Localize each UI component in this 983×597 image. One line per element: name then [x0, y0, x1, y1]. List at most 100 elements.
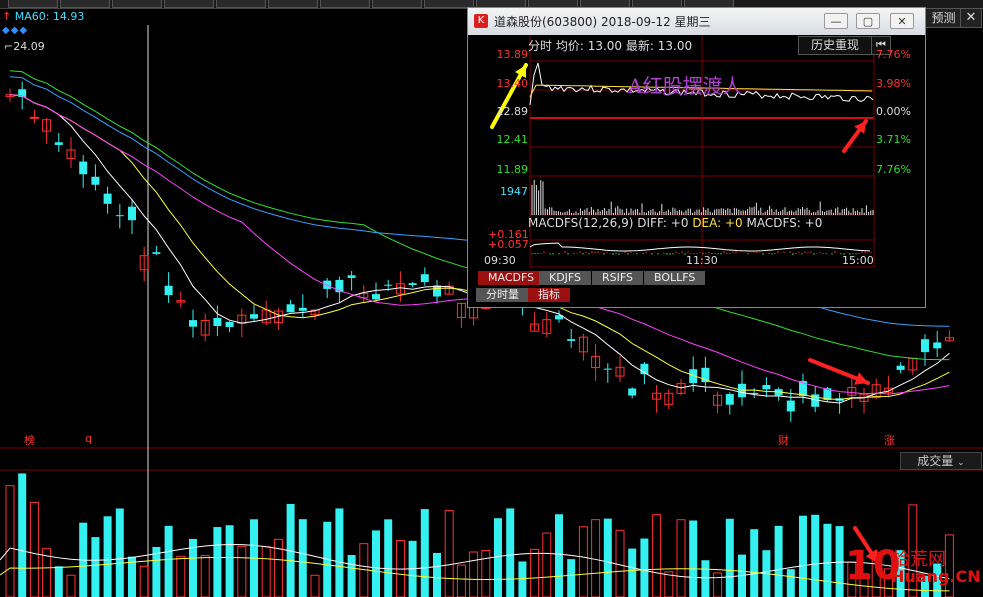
- history-replay-button[interactable]: 历史重现: [798, 36, 872, 55]
- diamond-markers-icon: ◆◆◆: [2, 25, 29, 36]
- volume-bar: [628, 548, 637, 597]
- candle-body: [933, 342, 942, 349]
- candle-body: [372, 294, 380, 300]
- low-price-label: ⌐24.09: [4, 40, 45, 53]
- volume-indicator-selector[interactable]: 成交量 ⌄: [900, 452, 982, 470]
- candle-body: [603, 368, 612, 370]
- maximize-icon[interactable]: ▢: [856, 13, 880, 29]
- volume-bar: [615, 529, 625, 597]
- volume-bar: [469, 551, 479, 597]
- tab-indicator[interactable]: 指标: [528, 288, 570, 302]
- volume-bar: [176, 555, 186, 597]
- tab-intraday-volume[interactable]: 分时量: [476, 288, 529, 302]
- volume-bar: [444, 510, 454, 597]
- volume-bar: [799, 515, 807, 597]
- marker-zhang[interactable]: 涨: [884, 432, 895, 448]
- time-label-close: 15:00: [842, 254, 874, 267]
- candle-body: [54, 142, 63, 145]
- volume-bar: [567, 559, 576, 597]
- volume-bar: [347, 554, 356, 597]
- pct-label-5: 7.76%: [876, 163, 911, 176]
- macd-readout: MACDFS(12,26,9) DIFF: +0 DEA: +0 MACDFS:…: [528, 216, 823, 230]
- tab-kdjfs[interactable]: KDJFS: [539, 271, 592, 285]
- minimize-icon[interactable]: —: [824, 13, 848, 29]
- intraday-popup-window[interactable]: K 道森股份(603800) 2018-09-12 星期三 — ▢ ✕ 分时 均…: [467, 7, 926, 308]
- volume-bar: [335, 508, 344, 597]
- candle-body: [725, 394, 734, 405]
- volume-bar: [555, 514, 563, 597]
- volume-bar: [384, 519, 393, 597]
- volume-bar: [578, 526, 588, 597]
- candle-body: [628, 388, 637, 396]
- candle-body: [786, 400, 795, 412]
- candle-body: [433, 285, 441, 297]
- time-label-noon: 11:30: [686, 254, 718, 267]
- volume-bar: [494, 518, 502, 597]
- macd-diff-line: [529, 242, 871, 252]
- price-label-4: 12.41: [496, 133, 529, 146]
- candle-body: [896, 365, 905, 370]
- volume-bar: [310, 574, 320, 597]
- price-label-5: 11.89: [496, 163, 529, 176]
- tab-macdfs[interactable]: MACDFS: [478, 271, 545, 285]
- volume-bar: [5, 485, 15, 597]
- volume-bar: [237, 545, 247, 597]
- candle-body: [286, 304, 295, 313]
- volume-bar: [542, 532, 552, 597]
- volume-bar: [603, 518, 612, 597]
- volume-bar: [91, 537, 100, 597]
- volume-bar: [725, 518, 734, 597]
- predict-button[interactable]: 预测: [925, 8, 962, 28]
- pct-label-3: 0.00%: [876, 105, 911, 118]
- volume-bar: [713, 572, 723, 597]
- volume-max-label: 1947: [500, 185, 528, 198]
- price-label-3: 12.89: [496, 105, 529, 118]
- volume-bar: [164, 525, 173, 597]
- candle-body: [420, 274, 429, 283]
- candle-body: [79, 161, 88, 175]
- volume-bar: [420, 509, 429, 597]
- pct-label-1: 7.76%: [876, 48, 911, 61]
- popup-titlebar[interactable]: K 道森股份(603800) 2018-09-12 星期三 — ▢ ✕: [468, 8, 925, 35]
- volume-bar: [372, 530, 380, 597]
- volume-bar: [66, 574, 76, 597]
- tab-rsifs[interactable]: RSIFS: [592, 271, 643, 285]
- candle-body: [225, 321, 234, 328]
- volume-bar: [54, 566, 63, 597]
- volume-bar: [29, 501, 39, 597]
- marker-cai[interactable]: 财: [778, 432, 789, 448]
- pct-label-4: 3.71%: [876, 133, 911, 146]
- volume-bar: [823, 523, 832, 597]
- tab-bollfs[interactable]: BOLLFS: [644, 271, 706, 285]
- volume-bar: [200, 554, 210, 597]
- candle-body: [189, 320, 197, 327]
- volume-bar: [750, 529, 759, 597]
- price-label-1: 13.89: [496, 48, 529, 61]
- marker-q[interactable]: q: [85, 432, 92, 445]
- volume-bar: [701, 560, 710, 597]
- ma60-readout: ↑ MA60: 14.93: [2, 10, 85, 23]
- candle-body: [128, 206, 136, 221]
- volume-bar: [213, 527, 222, 597]
- candle-body: [213, 317, 222, 326]
- volume-bar: [530, 548, 540, 597]
- marker-bang[interactable]: 榜: [24, 432, 35, 448]
- ma60-arrow-icon: ↑: [2, 10, 12, 23]
- pct-label-2: 3.98%: [876, 77, 911, 90]
- volume-bar: [139, 565, 149, 597]
- popup-title: 道森股份(603800) 2018-09-12 星期三: [494, 15, 711, 29]
- close-icon[interactable]: ✕: [890, 13, 914, 29]
- candle-body: [921, 339, 929, 353]
- volume-bar: [689, 520, 698, 597]
- candle-body: [384, 284, 393, 286]
- volume-bar: [786, 569, 795, 597]
- time-label-open: 09:30: [484, 254, 516, 267]
- candle-body: [29, 116, 39, 119]
- candle-body: [762, 384, 771, 390]
- app-logo-icon: K: [474, 14, 488, 28]
- volume-bar: [115, 508, 124, 597]
- candle-body: [408, 283, 417, 286]
- close-icon[interactable]: ✕: [960, 8, 982, 28]
- candle-body: [164, 285, 173, 296]
- candle-body: [91, 176, 100, 185]
